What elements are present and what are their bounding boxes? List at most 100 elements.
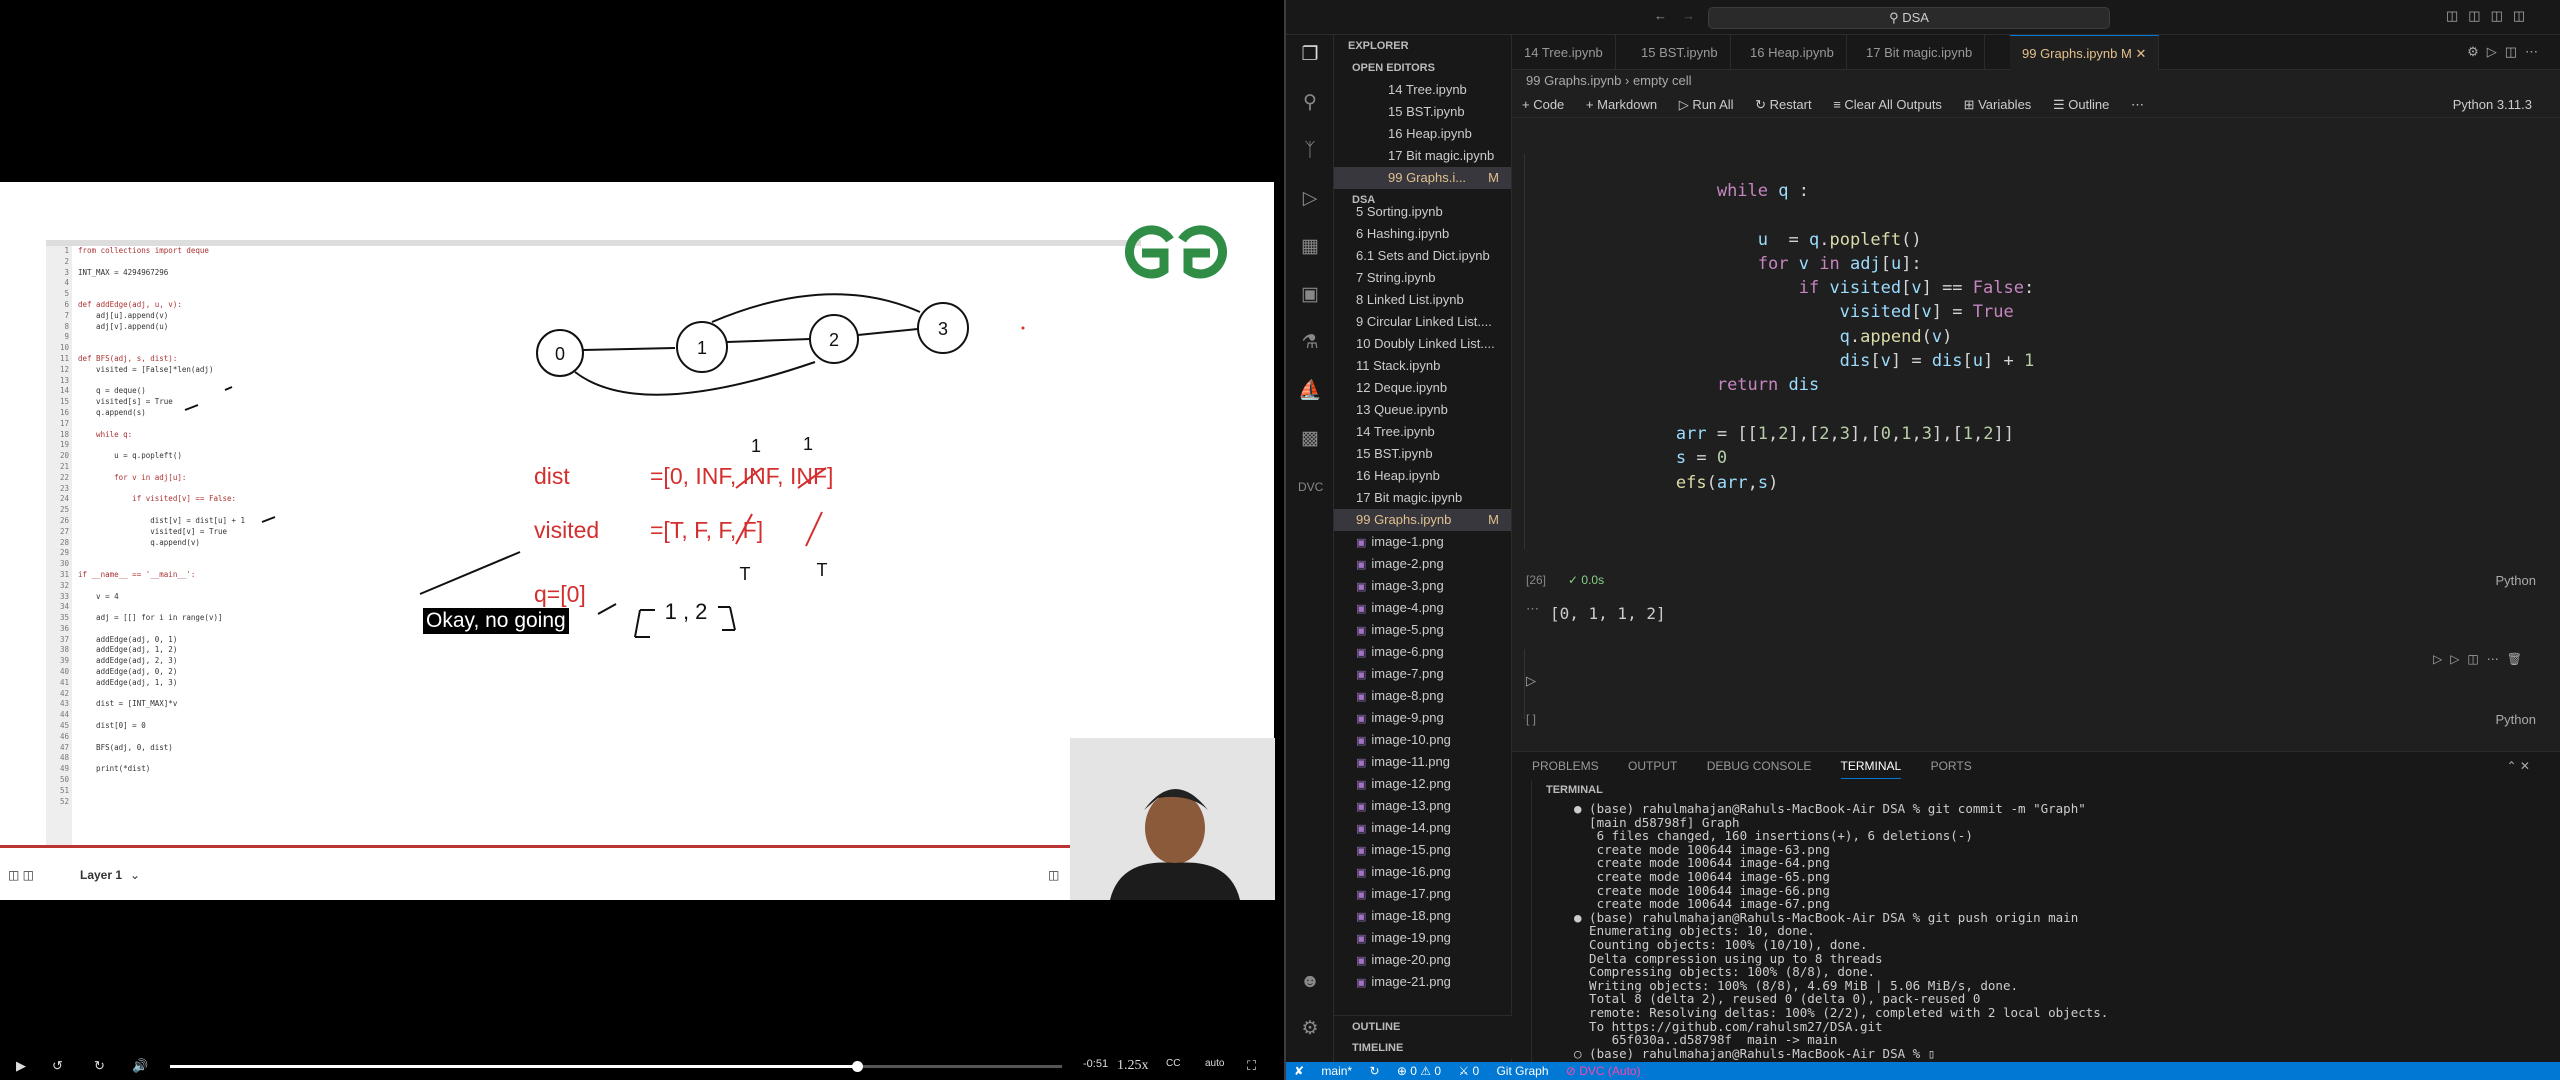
remote-icon-status[interactable]: ✘ [1294,1064,1304,1078]
file-item[interactable]: 6 Hashing.ipynb [1334,223,1511,245]
account-icon[interactable]: ☻ [1298,970,1322,994]
file-item[interactable]: 6.1 Sets and Dict.ipynb [1334,245,1511,267]
cc-icon[interactable]: CC [1166,1058,1180,1069]
extensions-icon[interactable]: ▦ [1298,235,1322,259]
file-item[interactable]: ▣ image-12.png [1334,773,1511,795]
more-icon[interactable]: ⋯ [2131,97,2144,112]
problems-indicator[interactable]: ⊕ 0 ⚠ 0 [1397,1064,1441,1078]
video-player[interactable]: 1 2 3 4 5 6 7 8 9 10 11 12 13 14 15 16 17 18 19 20 21 22 23 24 2… [0,0,1284,1080]
file-item[interactable]: ▣ image-6.png [1334,641,1511,663]
file-item[interactable]: ▣ image-1.png [1334,531,1511,553]
file-item[interactable]: ▣ image-18.png [1334,905,1511,927]
empty-cell-language[interactable]: Python [2496,712,2536,727]
rewind-icon[interactable]: ↺ [52,1058,63,1074]
git-graph-button[interactable]: Git Graph [1496,1064,1548,1078]
fullscreen-icon[interactable]: ⛶ [1247,1058,1256,1074]
cell-language[interactable]: Python [2496,573,2536,588]
settings-gear-icon[interactable]: ⚙ [1298,1017,1322,1041]
file-item[interactable]: 13 Queue.ipynb [1334,399,1511,421]
output-more-icon[interactable]: ⋯ [1526,601,1539,617]
testing-icon[interactable]: ⚗ [1298,331,1322,355]
dvc-icon[interactable]: DVC [1298,475,1323,499]
file-item[interactable]: 11 Stack.ipynb [1334,355,1511,377]
file-item[interactable]: 17 Bit magic.ipynb [1334,145,1511,167]
terminal-output[interactable]: ● (base) rahulmahajan@Rahuls-MacBook-Air… [1574,802,2108,1060]
file-item[interactable]: 15 BST.ipynb [1334,443,1511,465]
tab-problems[interactable]: PROBLEMS [1532,759,1599,773]
layout-icons[interactable]: ◫◫◫◫ [2446,8,2535,24]
volume-icon[interactable]: 🔊 [132,1058,148,1074]
dvc-indicator[interactable]: ⊘ DVC (Auto) [1566,1064,1641,1078]
clear-outputs-button[interactable]: ≡ Clear All Outputs [1833,97,1942,112]
tab-tree[interactable]: 14 Tree.ipynb [1512,35,1616,70]
variables-button[interactable]: ⊞ Variables [1964,97,2032,112]
seek-bar[interactable] [170,1061,1062,1072]
layer-name[interactable]: Layer 1 [80,868,122,882]
cell-toolbar[interactable]: ▷▷◫⋯🗑 [2433,652,2530,666]
ports-indicator[interactable]: ⚔ 0 [1458,1064,1479,1078]
editor-actions[interactable]: ⚙▷◫⋯ [2467,44,2546,60]
tab-bst[interactable]: 15 BST.ipynb [1629,35,1731,70]
tab-graphs[interactable]: 99 Graphs.ipynb M ✕ [2010,35,2160,70]
file-item[interactable]: ▣ image-4.png [1334,597,1511,619]
file-item[interactable]: 12 Deque.ipynb [1334,377,1511,399]
file-item[interactable]: 14 Tree.ipynb [1334,79,1511,101]
nav-back-icon[interactable]: ← [1654,8,1667,23]
file-item[interactable]: 14 Tree.ipynb [1334,421,1511,443]
tab-debug-console[interactable]: DEBUG CONSOLE [1707,759,1812,773]
nav-forward-icon[interactable]: → [1682,8,1695,23]
panel-actions[interactable]: ⌃ ✕ [2507,752,2530,780]
file-item[interactable]: 10 Doubly Linked List.... [1334,333,1511,355]
jupyter-icon[interactable]: ▩ [1298,427,1322,451]
file-item[interactable]: ▣ image-11.png [1334,751,1511,773]
file-item[interactable]: ▣ image-13.png [1334,795,1511,817]
tab-heap[interactable]: 16 Heap.ipynb [1738,35,1847,70]
tab-bitmagic[interactable]: 17 Bit magic.ipynb [1854,35,1986,70]
tab-output[interactable]: OUTPUT [1628,759,1677,773]
file-item[interactable]: 16 Heap.ipynb [1334,123,1511,145]
file-item[interactable]: 5 Sorting.ipynb [1334,201,1511,223]
add-code-button[interactable]: + Code [1522,97,1564,112]
toolbar-icons[interactable]: ◫ ◫ [8,868,34,882]
file-item[interactable]: ▣ image-3.png [1334,575,1511,597]
file-item[interactable]: ▣ image-21.png [1334,971,1511,993]
sync-icon[interactable]: ↻ [1369,1064,1379,1078]
explorer-icon[interactable]: ❐ [1298,43,1322,67]
tab-ports[interactable]: PORTS [1931,759,1972,773]
file-item[interactable]: ▣ image-16.png [1334,861,1511,883]
file-item[interactable]: ▣ image-20.png [1334,949,1511,971]
file-item[interactable]: ▣ image-7.png [1334,663,1511,685]
outline-header[interactable]: OUTLINE [1334,1015,1512,1037]
file-item[interactable]: ▣ image-2.png [1334,553,1511,575]
file-item[interactable]: ▣ image-9.png [1334,707,1511,729]
file-item[interactable]: ▣ image-19.png [1334,927,1511,949]
command-center[interactable]: ⚲ DSA [1708,7,2110,29]
file-item[interactable]: ▣ image-14.png [1334,817,1511,839]
search-view-icon[interactable]: ⚲ [1298,91,1322,115]
split-view-icon[interactable]: ◫ [1048,868,1059,882]
file-item[interactable]: ▣ image-10.png [1334,729,1511,751]
file-item[interactable]: ▣ image-17.png [1334,883,1511,905]
file-item[interactable]: 99 Graphs.i... M [1334,167,1511,189]
docker-icon[interactable]: ⛵ [1298,379,1322,403]
forward-icon[interactable]: ↻ [94,1058,105,1074]
run-all-button[interactable]: ▷ Run All [1679,97,1734,112]
run-cell-icon[interactable]: ▷ [1526,673,1536,689]
layer-chevron-icon[interactable]: ⌄ [130,868,140,882]
file-item[interactable]: 99 Graphs.ipynb M [1334,509,1511,531]
file-item[interactable]: 7 String.ipynb [1334,267,1511,289]
file-item[interactable]: 17 Bit magic.ipynb [1334,487,1511,509]
timeline-header[interactable]: TIMELINE [1334,1037,1512,1059]
add-markdown-button[interactable]: + Markdown [1586,97,1657,112]
tab-terminal[interactable]: TERMINAL [1840,759,1902,779]
cell-source[interactable]: while q : u = q.popleft() for v in adj[u… [1594,179,2034,495]
source-control-icon[interactable]: ᛉ [1298,139,1322,163]
file-item[interactable]: 8 Linked List.ipynb [1334,289,1511,311]
remote-icon[interactable]: ▣ [1298,283,1322,307]
outline-button[interactable]: ☰ Outline [2053,97,2109,112]
file-item[interactable]: 9 Circular Linked List.... [1334,311,1511,333]
quality-button[interactable]: auto [1205,1058,1224,1069]
kernel-picker[interactable]: Python 3.11.3 [2453,92,2532,118]
run-debug-icon[interactable]: ▷ [1298,187,1322,211]
empty-cell[interactable] [1524,649,2544,719]
